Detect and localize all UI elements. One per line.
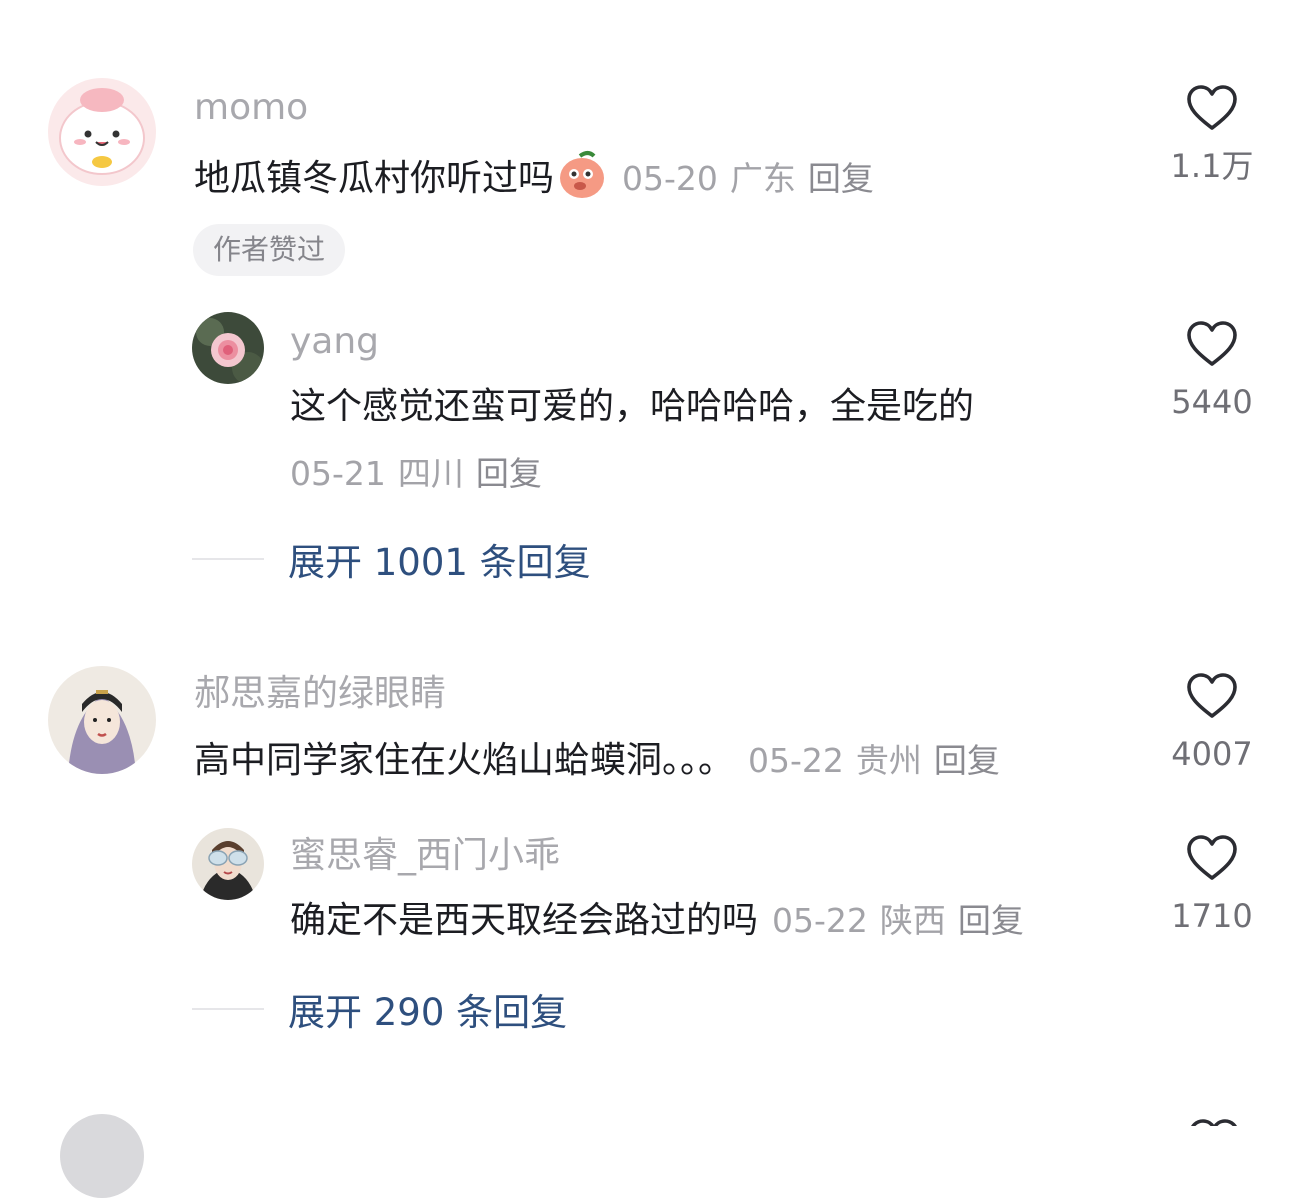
reply-text: 这个感觉还蛮可爱的，哈哈哈哈，全是吃的: [290, 386, 975, 427]
heart-outline-icon: [1187, 85, 1237, 130]
avatar[interactable]: [60, 1114, 144, 1198]
reply-username[interactable]: 蜜思睿_西门小乖: [290, 834, 560, 878]
expand-replies-label[interactable]: 展开 1001 条回复: [288, 541, 591, 584]
reply-button[interactable]: 回复: [958, 901, 1024, 940]
like-count: 1.1万: [1170, 147, 1254, 185]
divider: [192, 1008, 264, 1010]
avatar[interactable]: [48, 78, 156, 186]
expand-replies-label[interactable]: 展开 290 条回复: [288, 991, 567, 1034]
reply-button[interactable]: 回复: [808, 159, 874, 198]
reply-username[interactable]: yang: [290, 320, 379, 364]
avatar[interactable]: [192, 828, 264, 900]
heart-outline-icon: [1187, 673, 1237, 718]
like-button[interactable]: 1.1万: [1162, 84, 1262, 186]
reply-location: 四川: [397, 454, 464, 493]
like-count: 5440: [1171, 383, 1253, 421]
reply-date: 05-21: [290, 454, 386, 493]
reply-text: 确定不是西天取经会路过的吗 05-22 陕西 回复: [290, 898, 1024, 944]
avatar[interactable]: [48, 666, 156, 774]
like-button[interactable]: 1710: [1162, 834, 1262, 936]
divider: [192, 558, 264, 560]
comment-body: 地瓜镇冬瓜村你听过吗: [194, 158, 555, 199]
comment-location: 贵州: [855, 741, 922, 780]
reply-meta: 05-21 四川 回复: [290, 452, 542, 496]
reply-location: 陕西: [879, 901, 946, 940]
comment-text: 地瓜镇冬瓜村你听过吗 05-20 广东 回复: [194, 150, 874, 212]
heart-outline-icon[interactable]: [1188, 1118, 1240, 1126]
expand-replies-button[interactable]: 展开 290 条回复: [192, 982, 567, 1036]
like-button[interactable]: 5440: [1162, 320, 1262, 422]
author-liked-badge: 作者赞过: [193, 224, 346, 276]
reply-button[interactable]: 回复: [934, 741, 1000, 780]
reply-button[interactable]: 回复: [476, 454, 542, 493]
like-button[interactable]: 4007: [1162, 672, 1262, 774]
peach-emoji-icon: [556, 150, 608, 212]
comment-date: 05-20: [622, 159, 718, 198]
comment-username[interactable]: momo: [194, 86, 308, 130]
like-count: 4007: [1171, 735, 1253, 773]
expand-replies-button[interactable]: 展开 1001 条回复: [192, 532, 591, 586]
comment-body: 高中同学家住在火焰山蛤蟆洞。。。: [194, 740, 735, 781]
heart-outline-icon: [1187, 321, 1237, 366]
comment-location: 广东: [729, 159, 796, 198]
comment-username[interactable]: 郝思嘉的绿眼睛: [194, 672, 446, 716]
comment-date: 05-22: [748, 741, 844, 780]
heart-outline-icon: [1187, 835, 1237, 880]
avatar[interactable]: [192, 312, 264, 384]
comment-text: 高中同学家住在火焰山蛤蟆洞。。。 05-22 贵州 回复: [194, 738, 1000, 784]
reply-date: 05-22: [772, 901, 868, 940]
like-count: 1710: [1171, 897, 1253, 935]
reply-body: 确定不是西天取经会路过的吗: [290, 900, 759, 941]
